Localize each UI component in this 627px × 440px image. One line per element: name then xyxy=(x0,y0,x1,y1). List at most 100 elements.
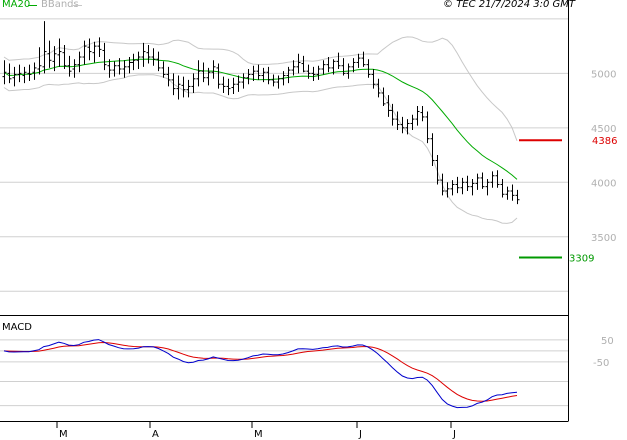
ohlc-bar xyxy=(241,73,246,89)
bband-lower xyxy=(3,74,518,224)
ohlc-bar xyxy=(97,37,102,58)
ohlc-bar xyxy=(216,63,221,89)
price-tick-label: 5000 xyxy=(591,69,616,80)
bband-upper xyxy=(3,36,518,141)
ohlc-bar xyxy=(316,65,321,80)
support-label: 3309 xyxy=(569,254,594,265)
ohlc-bar xyxy=(415,106,420,126)
ohlc-bar xyxy=(326,57,331,73)
ohlc-bar xyxy=(12,66,17,87)
ohlc-bar xyxy=(311,66,316,81)
macd-tick-label: 50 xyxy=(601,336,614,347)
ohlc-bar xyxy=(236,75,241,92)
ohlc-bar xyxy=(176,75,181,100)
ohlc-bar xyxy=(102,42,107,71)
ohlc-bar xyxy=(191,73,196,93)
resistance-label: 4386 xyxy=(592,136,617,147)
macd-line xyxy=(3,339,518,409)
ohlc-bar xyxy=(440,173,445,196)
ohlc-bar xyxy=(112,61,117,77)
x-tick-label: J xyxy=(452,429,456,440)
x-tick-label: M xyxy=(59,429,68,440)
ma20-line xyxy=(3,58,518,180)
ohlc-bar xyxy=(371,69,376,89)
ohlc-bar xyxy=(22,66,27,84)
ohlc-bar xyxy=(246,69,251,85)
ohlc-bar xyxy=(460,177,465,195)
ohlc-bar xyxy=(276,75,281,89)
ohlc-bar xyxy=(231,77,236,95)
ohlc-bar xyxy=(171,73,176,96)
ohlc-bar xyxy=(42,21,47,74)
ohlc-bar xyxy=(495,170,500,188)
ohlc-bar xyxy=(366,59,371,78)
ohlc-bar xyxy=(181,76,186,98)
ma20-polyline xyxy=(3,58,518,180)
ohlc-bar xyxy=(425,111,430,144)
ohlc-bar xyxy=(480,172,485,189)
macd-tick-label: -50 xyxy=(593,358,609,369)
macd-y-axis: 50 -50 xyxy=(593,336,614,369)
ohlc-bar xyxy=(77,51,82,73)
chart-root: 4386 3309 5000 4500 4000 3500 50 -50 M A M J J MA… xyxy=(0,0,627,440)
price-y-axis: 5000 4500 4000 3500 xyxy=(591,69,616,243)
ohlc-bar xyxy=(27,64,32,81)
macd-grid xyxy=(0,339,568,407)
ohlc-bar xyxy=(400,116,405,134)
ohlc-bar xyxy=(226,78,231,96)
ohlc-bar xyxy=(286,66,291,84)
ohlc-bar xyxy=(57,38,62,67)
ohlc-bar xyxy=(131,53,136,71)
ohlc-bar xyxy=(92,41,97,63)
ohlc-bar xyxy=(266,66,271,85)
ohlc-bar xyxy=(420,106,425,122)
x-tick-label: J xyxy=(358,429,362,440)
ohlc-bar xyxy=(146,45,151,64)
ohlc-bar xyxy=(505,186,510,200)
ohlc-bar xyxy=(336,52,341,69)
ohlc-bar xyxy=(271,74,276,87)
price-tick-label: 3500 xyxy=(591,233,616,244)
ohlc-bar xyxy=(475,173,480,190)
ohlc-bar xyxy=(141,42,146,67)
ohlc-bar xyxy=(32,62,37,80)
ohlc-bar xyxy=(515,189,520,205)
legend-ma20: MA20 xyxy=(2,0,31,10)
ohlc-bar xyxy=(82,40,87,65)
ohlc-bar xyxy=(2,60,7,85)
ohlc-bar xyxy=(485,179,490,196)
ohlc-bar xyxy=(321,60,326,75)
ohlc-bar xyxy=(161,61,166,78)
ohlc-bar xyxy=(465,175,470,191)
price-tick-label: 4000 xyxy=(591,178,616,189)
ohlc-bar xyxy=(256,64,261,80)
ohlc-bar xyxy=(455,176,460,194)
ohlc-bar xyxy=(72,59,77,78)
legend-ma20-swatch xyxy=(28,5,37,6)
stock-chart: 4386 3309 5000 4500 4000 3500 50 -50 M A M J J xyxy=(0,0,617,440)
ohlc-bar xyxy=(37,47,42,75)
ohlc-bar xyxy=(156,51,161,72)
ohlc-bar xyxy=(211,60,216,79)
copyright-text: © TEC 21/7/2024 3:0 GMT xyxy=(443,0,575,10)
ohlc-bar xyxy=(166,66,171,87)
ohlc-bar xyxy=(122,60,127,78)
x-tick-label: A xyxy=(152,429,159,440)
legend-bbands-swatch xyxy=(73,5,82,6)
ohlc-bar xyxy=(221,76,226,93)
ohlc-bar xyxy=(136,51,141,69)
ohlc-bar xyxy=(356,53,361,68)
macd-title: MACD xyxy=(2,322,32,333)
ohlc-bar xyxy=(151,48,156,66)
ohlc-bar xyxy=(301,55,306,73)
price-tick-label: 4500 xyxy=(591,124,616,135)
ohlc-bar xyxy=(296,53,301,74)
ohlc-bar xyxy=(435,155,440,185)
ohlc-bar xyxy=(87,38,92,61)
ohlc-bar xyxy=(186,79,191,98)
ohlc-bar xyxy=(470,179,475,196)
ohlc-bar xyxy=(510,184,515,201)
x-axis: MAMJJ xyxy=(56,421,456,440)
ohlc-bar xyxy=(201,62,206,83)
ohlc-bar xyxy=(405,119,410,135)
